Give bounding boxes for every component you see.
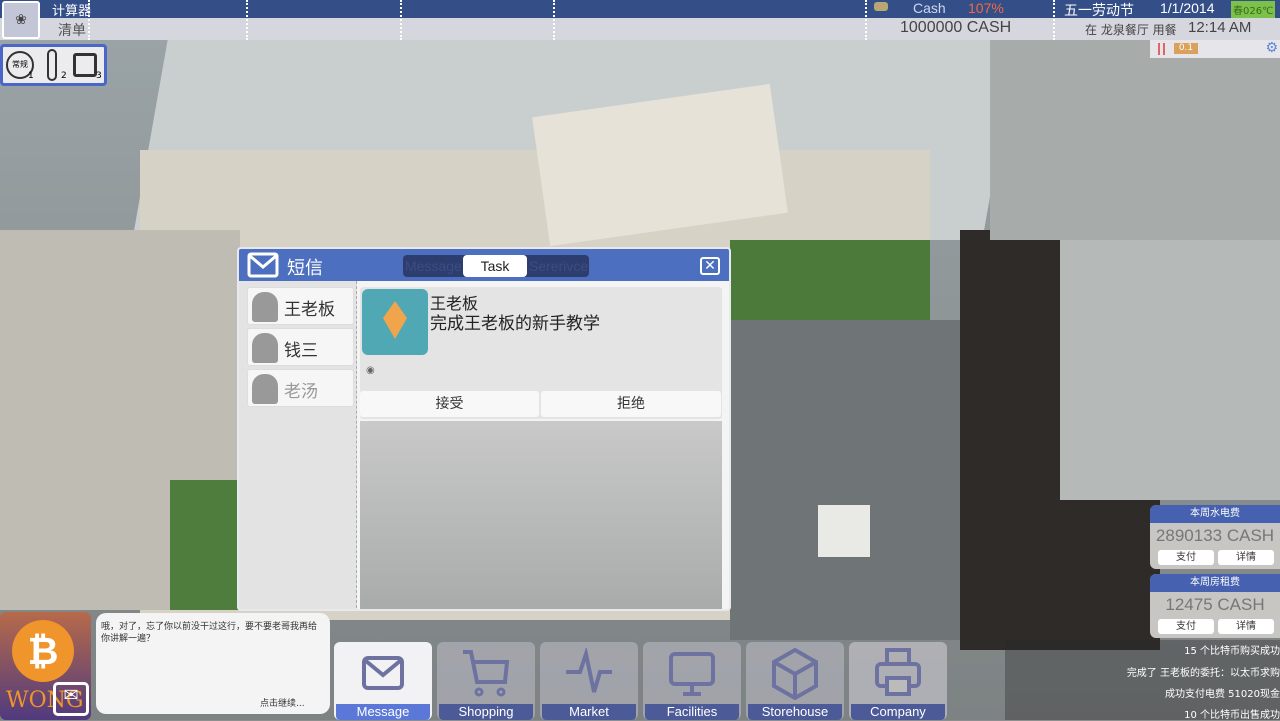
reject-button[interactable]: 拒绝 [541,391,721,417]
dialog-text: 哦，对了，忘了你以前没干过这行，要不要老哥我再给你讲解一遍？ [101,622,318,644]
menu-calculator[interactable]: 计算器 [52,0,91,19]
panel-title: 短信 [287,258,323,279]
contact-item[interactable]: 钱三 [247,328,354,366]
diamond-icon [362,289,428,355]
tab-bar: Message Task Sererivce [403,255,589,277]
printer-icon [875,648,921,696]
log-entry: 成功支付电费 51020现金 [1165,689,1280,700]
mode-panel: 常规 1 2 3 [0,44,107,86]
contact-item[interactable]: 老汤 [247,369,354,407]
unknown-avatar-icon [252,292,278,322]
dock-message-button[interactable]: Message [334,642,432,720]
tab-task[interactable]: Task [463,255,527,277]
pulse-icon [566,648,612,693]
cash-icon [874,2,888,11]
pay-button[interactable]: 支付 [1158,619,1214,634]
weather-badge: 春026℃ [1231,1,1276,18]
menu-list[interactable]: 清单 [58,20,86,40]
tab-message[interactable]: Message [405,255,462,277]
dock-facilities-button[interactable]: Facilities [643,642,741,720]
dock-label: Shopping [439,704,533,720]
gear-icon[interactable]: ⚙ [1265,40,1278,56]
envelope-icon [247,252,279,278]
speed-bar[interactable]: 0.1 ⚙ [1150,40,1280,58]
close-icon: ✕ [704,258,716,274]
cash-label: Cash [913,0,946,16]
event-log: 15 个比特币购买成功 完成了 王老板的委托：以太币求购 成功支付电费 5102… [1005,640,1280,721]
rent-bill-card: 本周房租费 12475 CASH 支付 详情 [1150,574,1280,638]
utility-bill-card: 本周水电费 2890133 CASH 支付 详情 [1150,505,1280,569]
pay-button[interactable]: 支付 [1158,550,1214,565]
details-button[interactable]: 详情 [1218,619,1274,634]
dock-label: Facilities [645,704,739,720]
contact-item[interactable]: 王老板 [247,287,354,325]
envelope-icon [362,656,404,690]
bill-amount: 2890133 CASH [1155,526,1275,545]
bitcoin-icon: ₿ [12,620,74,682]
settings-button[interactable]: ❀ [2,1,40,39]
bill-title: 本周房租费 [1150,574,1280,592]
cash-percent: 107% [968,0,1004,16]
status-text: 在 龙泉餐厅 用餐 [1085,23,1177,37]
bill-amount: 12475 CASH [1165,595,1265,614]
cash-amount: 1000000 CASH [900,19,1012,36]
top-bar: ❀ 计算器 清单 Cash 107% 1000000 CASH 五一劳动节 1/… [0,0,1280,58]
npc-portrait: ₿ WONG ✉ [0,612,91,720]
dock-shopping-button[interactable]: Shopping [437,642,535,720]
dock-label: Company [851,704,945,720]
dock-label: Market [542,704,636,720]
task-card: 王老板 完成王老板的新手教学 ◉ 接受 拒绝 [360,287,722,419]
dock-label: Storehouse [748,704,842,720]
contact-name: 王老板 [284,300,335,320]
eye-icon: ◉ [366,365,375,376]
dock-company-button[interactable]: Company [849,642,947,720]
box-icon [772,648,818,700]
mode-num: 2 [61,71,67,81]
contact-name: 老汤 [284,382,318,402]
log-entry: 完成了 王老板的委托：以太币求购 [1126,668,1280,679]
dock-label: Message [336,704,430,720]
mode-label: 常规 [12,60,28,69]
continue-prompt[interactable]: 点击继续... [260,696,305,709]
thermometer-icon[interactable] [47,49,57,81]
cart-icon [463,650,510,697]
contact-name: 钱三 [284,341,318,361]
dock-market-button[interactable]: Market [540,642,638,720]
unknown-avatar-icon [252,374,278,404]
log-entry: 15 个比特币购买成功 [1184,646,1280,657]
mail-button[interactable]: ✉ [53,682,89,716]
mode-num: 3 [96,71,102,81]
envelope-icon: ✉ [63,685,79,706]
dialog-box[interactable]: 哦，对了，忘了你以前没干过这行，要不要老哥我再给你讲解一遍？ 点击继续... [96,613,330,714]
speed-value: 0.1 [1174,43,1198,54]
tab-service[interactable]: Sererivce [529,255,588,277]
time: 12:14 AM [1188,19,1252,36]
avatar-icon: ❀ [15,12,27,28]
unknown-avatar-icon [252,333,278,363]
mode-num: 1 [28,71,34,81]
chip-icon[interactable] [73,53,97,77]
bill-title: 本周水电费 [1150,505,1280,523]
holiday: 五一劳动节 [1064,3,1134,19]
task-description: 完成王老板的新手教学 [430,314,600,334]
dock-storehouse-button[interactable]: Storehouse [746,642,844,720]
log-entry: 10 个比特币出售成功 [1184,710,1280,721]
close-button[interactable]: ✕ [700,257,720,275]
accept-button[interactable]: 接受 [360,391,539,417]
date: 1/1/2014 [1160,0,1215,16]
message-panel: 短信 Message Task Sererivce ✕ 王老板 钱三 老汤 王老… [237,247,731,611]
monitor-icon [669,652,715,696]
details-button[interactable]: 详情 [1218,550,1274,565]
pause-icon[interactable] [1158,43,1165,55]
